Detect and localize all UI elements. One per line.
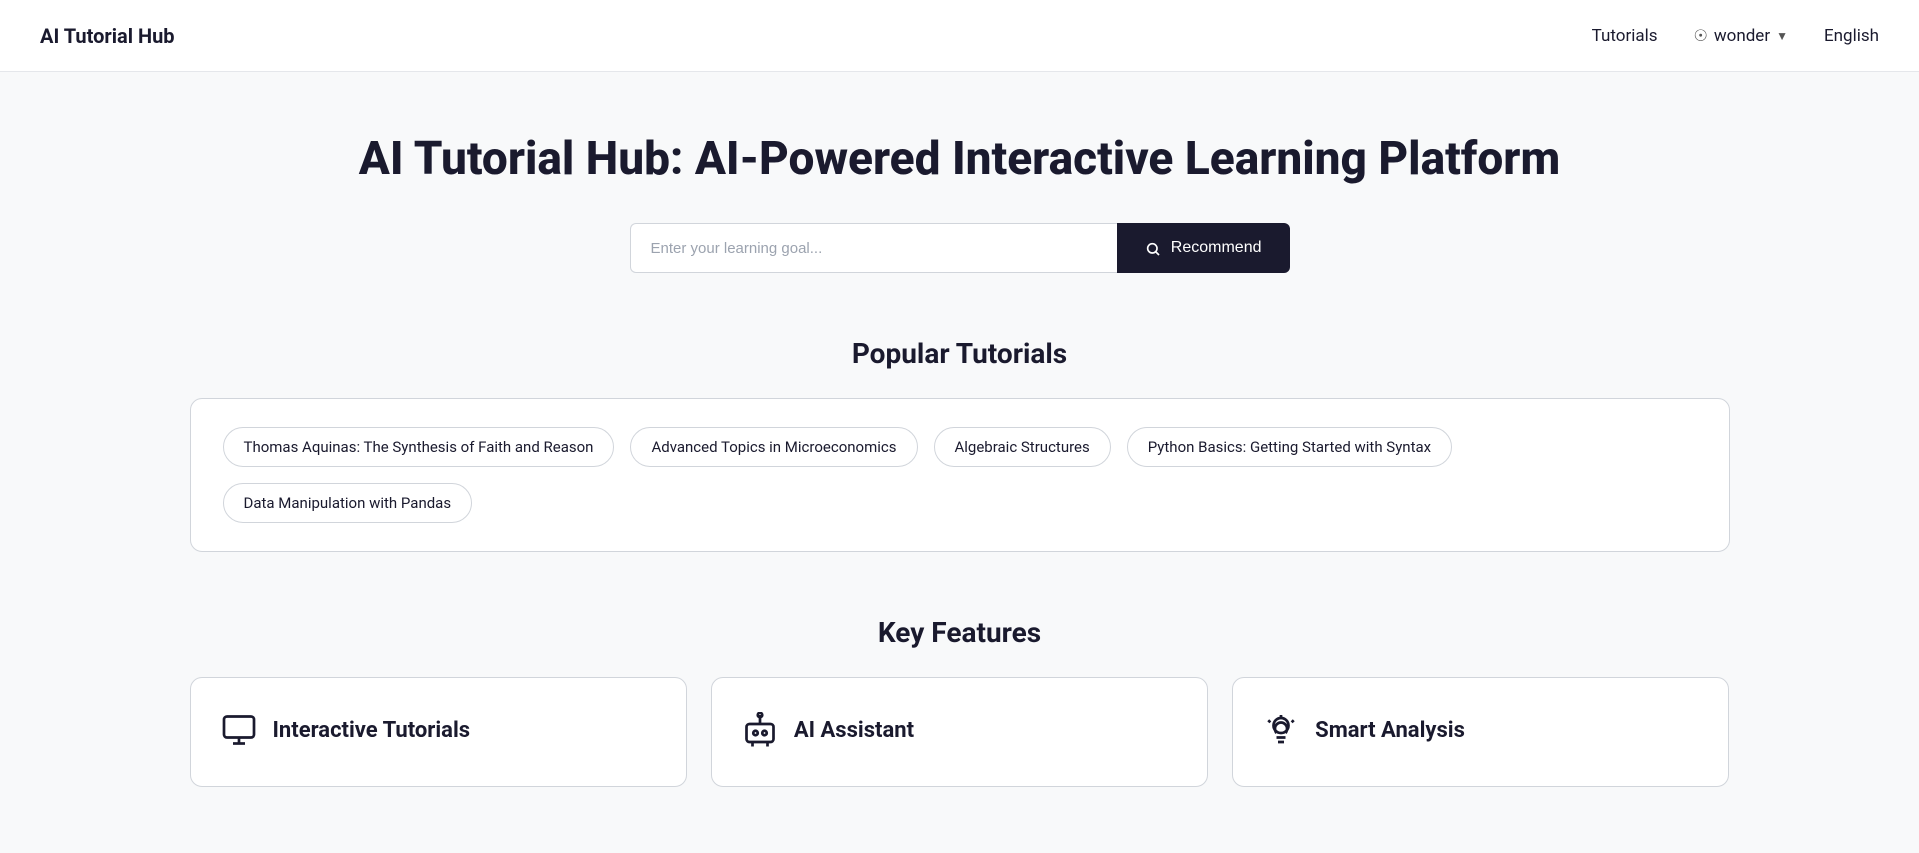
feature-title-ai-assistant: AI Assistant <box>794 718 914 743</box>
feature-title-smart-analysis: Smart Analysis <box>1315 718 1465 743</box>
feature-icon-row-smart-analysis: Smart Analysis <box>1261 710 1465 750</box>
navbar-right: Tutorials ☉ wonder ▼ English <box>1592 26 1879 46</box>
search-icon <box>1145 240 1161 257</box>
monitor-icon <box>219 710 259 750</box>
feature-icon-row-ai-assistant: AI Assistant <box>740 710 914 750</box>
tutorial-tag[interactable]: Algebraic Structures <box>934 427 1111 467</box>
feature-icon-row-interactive-tutorials: Interactive Tutorials <box>219 710 471 750</box>
recommend-label: Recommend <box>1171 239 1262 257</box>
bot-icon <box>740 710 780 750</box>
search-container: Recommend <box>630 223 1290 273</box>
search-input[interactable] <box>630 223 1117 273</box>
popular-tutorials-title: Popular Tutorials <box>852 337 1067 370</box>
popular-tutorials-box: Thomas Aquinas: The Synthesis of Faith a… <box>190 398 1730 552</box>
hero-title: AI Tutorial Hub: AI-Powered Interactive … <box>359 132 1560 187</box>
feature-card-smart-analysis: Smart Analysis <box>1232 677 1729 787</box>
language-selector[interactable]: English <box>1824 26 1879 46</box>
nav-tutorials-link[interactable]: Tutorials <box>1592 26 1658 46</box>
feature-title-interactive-tutorials: Interactive Tutorials <box>273 718 471 743</box>
tutorial-tag[interactable]: Python Basics: Getting Started with Synt… <box>1127 427 1452 467</box>
tutorial-tag[interactable]: Advanced Topics in Microeconomics <box>630 427 917 467</box>
navbar: AI Tutorial Hub Tutorials ☉ wonder ▼ Eng… <box>0 0 1919 72</box>
chevron-down-icon: ▼ <box>1776 29 1788 43</box>
key-features-title: Key Features <box>878 616 1041 649</box>
brand-logo[interactable]: AI Tutorial Hub <box>40 24 175 48</box>
recommend-button[interactable]: Recommend <box>1117 223 1290 273</box>
feature-card-ai-assistant: AI Assistant <box>711 677 1208 787</box>
tutorial-tag[interactable]: Data Manipulation with Pandas <box>223 483 473 523</box>
tutorial-tag[interactable]: Thomas Aquinas: The Synthesis of Faith a… <box>223 427 615 467</box>
user-icon: ☉ <box>1694 26 1708 45</box>
main-content: AI Tutorial Hub: AI-Powered Interactive … <box>0 72 1919 827</box>
bulb-icon <box>1261 710 1301 750</box>
feature-card-interactive-tutorials: Interactive Tutorials <box>190 677 687 787</box>
nav-user-menu[interactable]: ☉ wonder ▼ <box>1694 26 1788 46</box>
nav-username: wonder <box>1714 26 1770 46</box>
features-container: Interactive Tutorials AI Assistant Smart… <box>190 677 1730 787</box>
